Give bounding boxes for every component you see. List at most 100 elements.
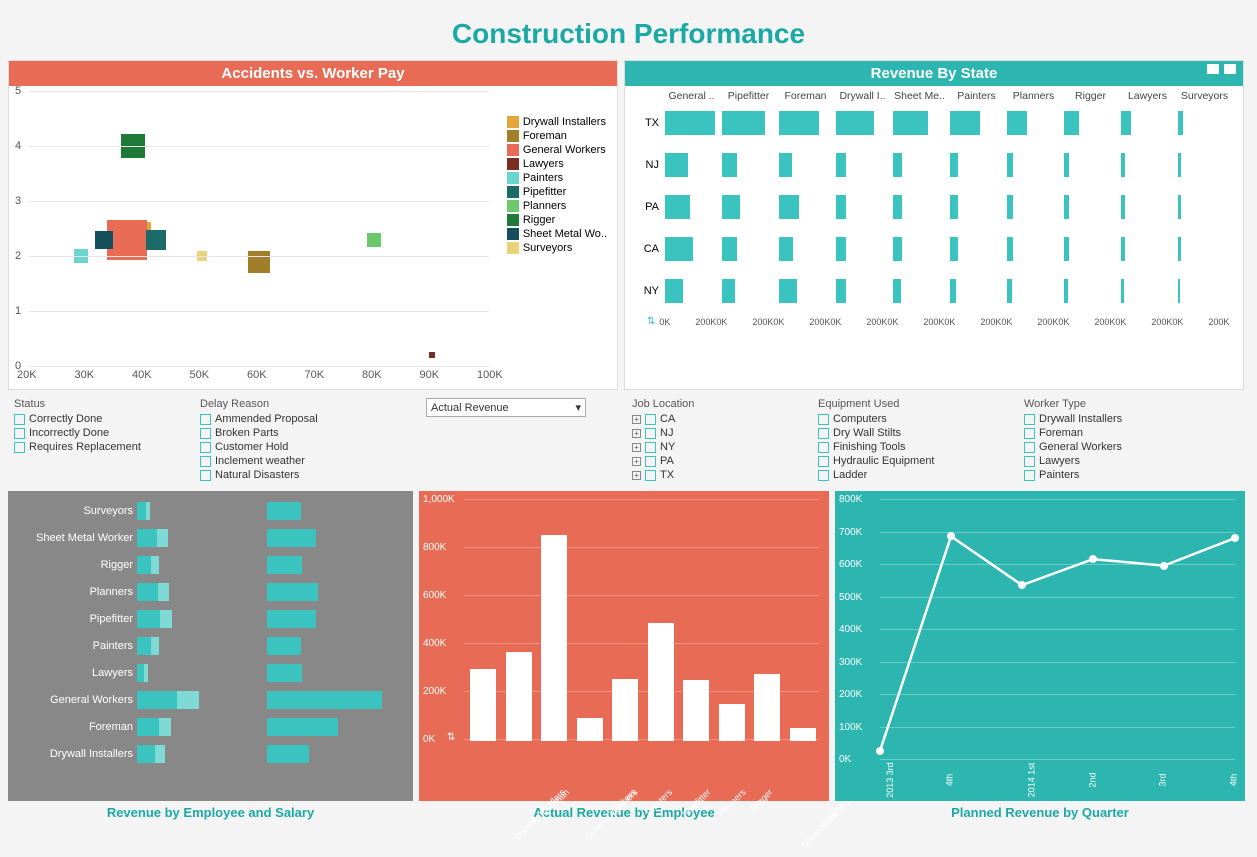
filter-item[interactable]: Broken Parts	[200, 427, 408, 439]
state-cell[interactable]	[834, 276, 891, 306]
state-cell[interactable]	[1062, 192, 1119, 222]
checkbox[interactable]	[645, 414, 656, 425]
filter-item[interactable]: Natural Disasters	[200, 469, 408, 481]
state-cell[interactable]	[948, 276, 1005, 306]
state-cell[interactable]	[1119, 234, 1176, 264]
state-cell[interactable]	[891, 234, 948, 264]
vbar[interactable]	[754, 674, 780, 741]
filter-item[interactable]: Customer Hold	[200, 441, 408, 453]
vbar[interactable]	[612, 679, 638, 741]
checkbox[interactable]	[1024, 456, 1035, 467]
checkbox[interactable]	[14, 442, 25, 453]
hbar-cell[interactable]	[137, 529, 267, 547]
hbar-cell[interactable]	[137, 583, 267, 601]
state-cell[interactable]	[663, 192, 720, 222]
scatter-point[interactable]	[367, 233, 381, 247]
vbar[interactable]	[719, 704, 745, 741]
filter-item[interactable]: Lawyers	[1024, 455, 1212, 467]
state-cell[interactable]	[834, 234, 891, 264]
expand-icon[interactable]: +	[632, 443, 641, 452]
filter-item[interactable]: General Workers	[1024, 441, 1212, 453]
line-point[interactable]	[1231, 534, 1239, 542]
checkbox[interactable]	[645, 470, 656, 481]
filter-item[interactable]: Inclement weather	[200, 455, 408, 467]
state-cell[interactable]	[720, 192, 777, 222]
scatter-area[interactable]: 012345 20K30K40K50K60K70K80K90K100K Dryw…	[9, 86, 617, 386]
state-cell[interactable]	[777, 192, 834, 222]
state-cell[interactable]	[948, 234, 1005, 264]
state-cell[interactable]	[1176, 234, 1233, 264]
filter-item[interactable]: Incorrectly Done	[14, 427, 182, 439]
expand-icon[interactable]: +	[632, 415, 641, 424]
hbar-cell[interactable]	[137, 610, 267, 628]
vbar[interactable]	[648, 623, 674, 741]
state-cell[interactable]	[1176, 276, 1233, 306]
checkbox[interactable]	[1024, 442, 1035, 453]
vbar[interactable]	[683, 680, 709, 741]
filter-item[interactable]: +NJ	[632, 427, 800, 439]
vbar[interactable]	[506, 652, 532, 741]
line-point[interactable]	[876, 747, 884, 755]
state-cell[interactable]	[891, 150, 948, 180]
hbar-cell[interactable]	[267, 664, 397, 682]
legend-item[interactable]: Planners	[507, 200, 607, 212]
state-area[interactable]: General ..PipefitterForemanDrywall I..Sh…	[625, 86, 1243, 386]
hbar-cell[interactable]	[137, 664, 267, 682]
hbar-cell[interactable]	[267, 529, 397, 547]
checkbox[interactable]	[14, 428, 25, 439]
state-cell[interactable]	[1176, 150, 1233, 180]
state-cell[interactable]	[1119, 150, 1176, 180]
expand-icon[interactable]: +	[632, 429, 641, 438]
hbar-cell[interactable]	[267, 637, 397, 655]
state-cell[interactable]	[1119, 108, 1176, 138]
state-cell[interactable]	[777, 150, 834, 180]
filter-item[interactable]: +TX	[632, 469, 800, 481]
expand-icon[interactable]: +	[632, 457, 641, 466]
checkbox[interactable]	[1024, 470, 1035, 481]
hbar-cell[interactable]	[267, 583, 397, 601]
legend-item[interactable]: Foreman	[507, 130, 607, 142]
state-cell[interactable]	[777, 108, 834, 138]
state-cell[interactable]	[1119, 192, 1176, 222]
hbar-cell[interactable]	[137, 745, 267, 763]
filter-item[interactable]: +NY	[632, 441, 800, 453]
state-cell[interactable]	[663, 234, 720, 264]
state-cell[interactable]	[834, 192, 891, 222]
hbar-cell[interactable]	[267, 745, 397, 763]
legend-item[interactable]: Rigger	[507, 214, 607, 226]
state-cell[interactable]	[948, 192, 1005, 222]
checkbox[interactable]	[818, 414, 829, 425]
hbar-cell[interactable]	[137, 691, 267, 709]
vbar[interactable]	[577, 718, 603, 741]
state-cell[interactable]	[720, 276, 777, 306]
state-cell[interactable]	[948, 150, 1005, 180]
vbar[interactable]	[541, 535, 567, 741]
chart-view-icon[interactable]	[1206, 63, 1220, 75]
line-point[interactable]	[947, 532, 955, 540]
hbar-cell[interactable]	[137, 502, 267, 520]
filter-item[interactable]: Requires Replacement	[14, 441, 182, 453]
state-cell[interactable]	[1005, 108, 1062, 138]
checkbox[interactable]	[1024, 428, 1035, 439]
state-cell[interactable]	[720, 150, 777, 180]
legend-item[interactable]: Pipefitter	[507, 186, 607, 198]
state-cell[interactable]	[1005, 150, 1062, 180]
legend-item[interactable]: Painters	[507, 172, 607, 184]
state-cell[interactable]	[891, 276, 948, 306]
filter-item[interactable]: +CA	[632, 413, 800, 425]
vbar[interactable]	[790, 728, 816, 741]
checkbox[interactable]	[645, 428, 656, 439]
scatter-point[interactable]	[107, 220, 147, 260]
state-cell[interactable]	[663, 108, 720, 138]
checkbox[interactable]	[818, 456, 829, 467]
scatter-point[interactable]	[248, 251, 270, 273]
checkbox[interactable]	[818, 442, 829, 453]
checkbox[interactable]	[818, 470, 829, 481]
scatter-point[interactable]	[429, 352, 435, 358]
filter-item[interactable]: Ladder	[818, 469, 1006, 481]
state-cell[interactable]	[1119, 276, 1176, 306]
state-cell[interactable]	[891, 192, 948, 222]
state-cell[interactable]	[834, 108, 891, 138]
legend-item[interactable]: Surveyors	[507, 242, 607, 254]
legend-item[interactable]: Drywall Installers	[507, 116, 607, 128]
